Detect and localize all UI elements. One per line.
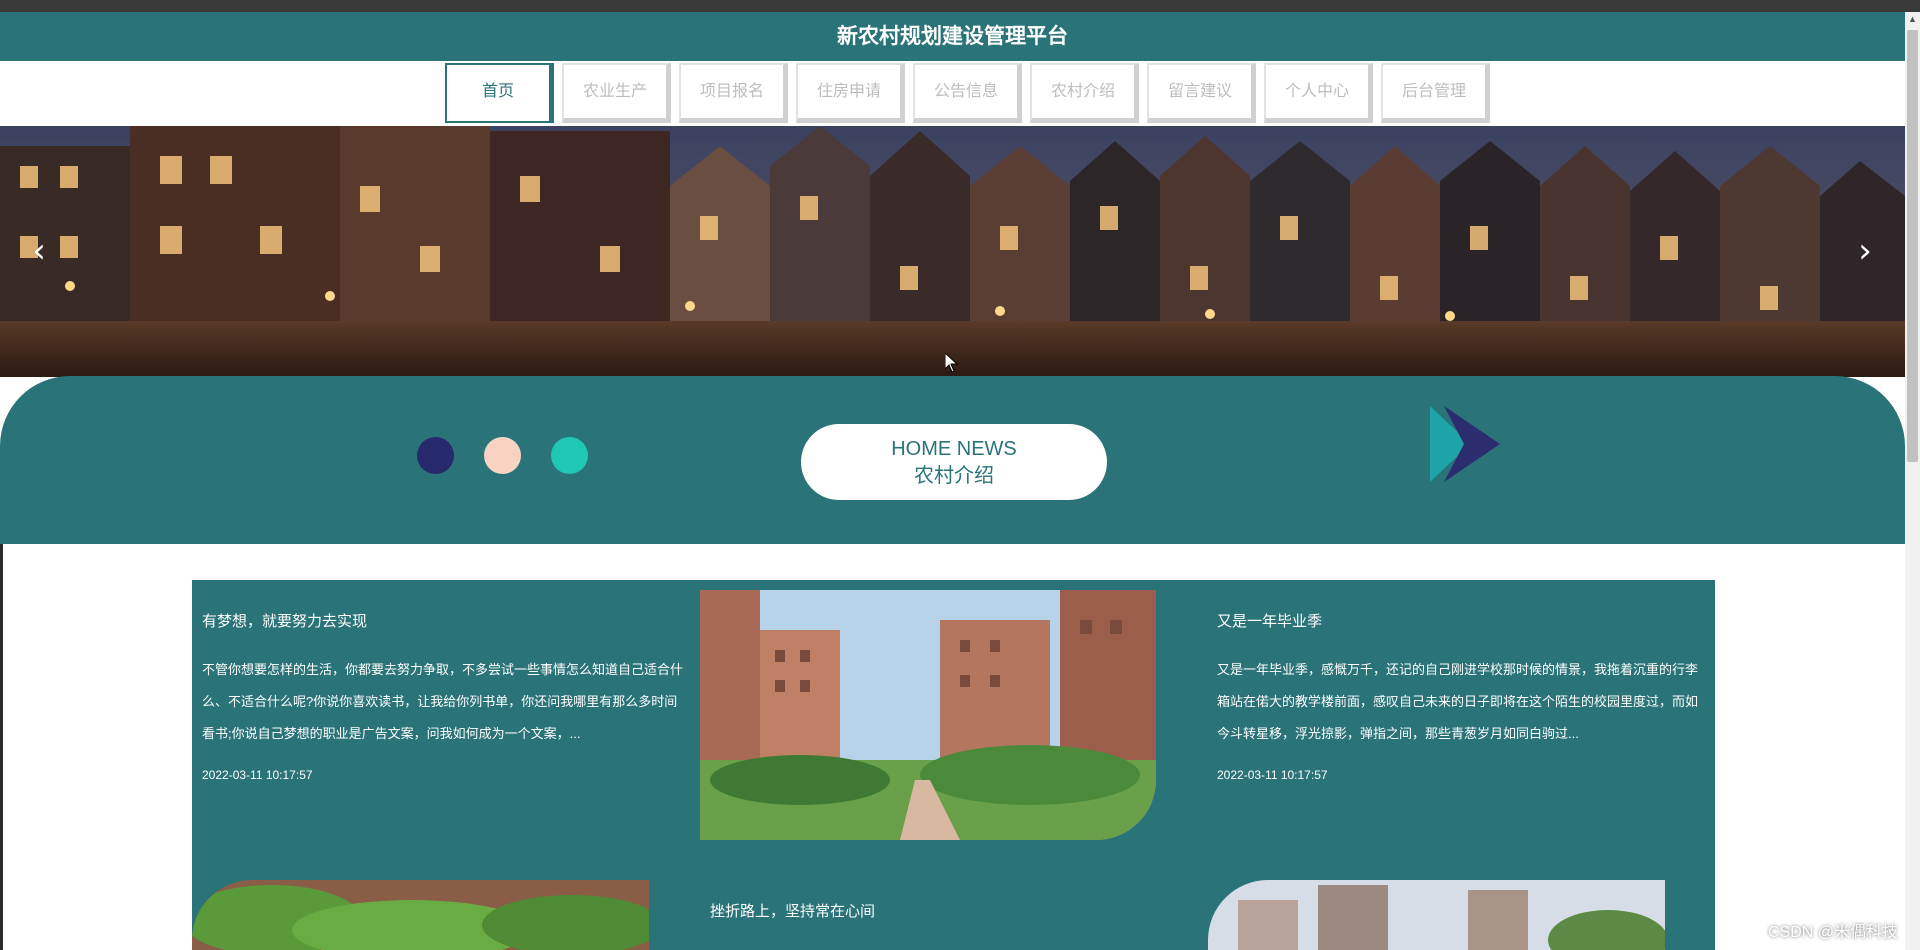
site-header: 新农村规划建设管理平台	[0, 12, 1905, 61]
news-heading-en: HOME NEWS	[891, 438, 1017, 460]
carousel-prev-arrow[interactable]: ‹	[24, 234, 54, 268]
news-card-1[interactable]: 有梦想，就要努力去实现 不管你想要怎样的生活，你都要去努力争取，不多尝试一些事情…	[202, 612, 687, 782]
nav-item-feedback[interactable]: 留言建议	[1147, 63, 1256, 123]
decor-dot-teal	[551, 437, 588, 474]
browser-top-strip	[0, 0, 1920, 12]
site-title: 新农村规划建设管理平台	[837, 25, 1068, 48]
scrollbar-thumb[interactable]	[1907, 30, 1918, 462]
news-photo-2[interactable]	[192, 880, 649, 950]
nav-item-project-signup[interactable]: 项目报名	[679, 63, 788, 123]
news-title[interactable]: 挫折路上，坚持常在心间	[710, 902, 875, 922]
nav-item-admin[interactable]: 后台管理	[1381, 63, 1490, 123]
news-heading-cn: 农村介绍	[914, 465, 994, 487]
nav-item-housing[interactable]: 住房申请	[796, 63, 905, 123]
news-card-2[interactable]: 又是一年毕业季 又是一年毕业季，感慨万千，还记的自己刚进学校那时候的情景，我拖着…	[1217, 612, 1702, 782]
nav-item-village-intro[interactable]: 农村介绍	[1030, 63, 1139, 123]
watermark: CSDN @米偶科技	[1767, 924, 1898, 941]
nav-item-home[interactable]: 首页	[445, 63, 554, 123]
banner-image	[0, 126, 1905, 377]
carousel-banner[interactable]: ‹ ›	[0, 126, 1905, 377]
decor-dot-navy	[417, 437, 454, 474]
carousel-next-arrow[interactable]: ›	[1850, 234, 1880, 268]
page-left-edge	[0, 544, 3, 950]
news-section-heading: HOME NEWS 农村介绍	[801, 424, 1107, 500]
news-summary: 不管你想要怎样的生活，你都要去努力争取，不多尝试一些事情怎么知道自己适合什么、不…	[202, 662, 684, 741]
nav-item-notices[interactable]: 公告信息	[913, 63, 1022, 123]
news-title[interactable]: 有梦想，就要努力去实现	[202, 612, 687, 632]
main-nav: 首页 农业生产 项目报名 住房申请 公告信息 农村介绍 留言建议 个人中心 后台…	[445, 63, 1490, 123]
news-title[interactable]: 又是一年毕业季	[1217, 612, 1702, 632]
news-date: 2022-03-11 10:17:57	[202, 768, 313, 782]
mouse-cursor-icon	[945, 353, 959, 373]
decor-dot-peach	[484, 437, 521, 474]
news-date: 2022-03-11 10:17:57	[1217, 768, 1328, 782]
nav-item-profile[interactable]: 个人中心	[1264, 63, 1373, 123]
play-arrow-icon[interactable]	[1430, 406, 1500, 482]
news-photo-1[interactable]	[700, 590, 1156, 840]
news-photo-3[interactable]	[1208, 880, 1665, 950]
scroll-up-arrow-icon[interactable]: ▲	[1905, 12, 1920, 27]
news-card-3[interactable]: 挫折路上，坚持常在心间	[710, 902, 875, 922]
news-summary: 又是一年毕业季，感慨万千，还记的自己刚进学校那时候的情景，我拖着沉重的行李箱站在…	[1217, 662, 1699, 741]
nav-item-agriculture[interactable]: 农业生产	[562, 63, 671, 123]
